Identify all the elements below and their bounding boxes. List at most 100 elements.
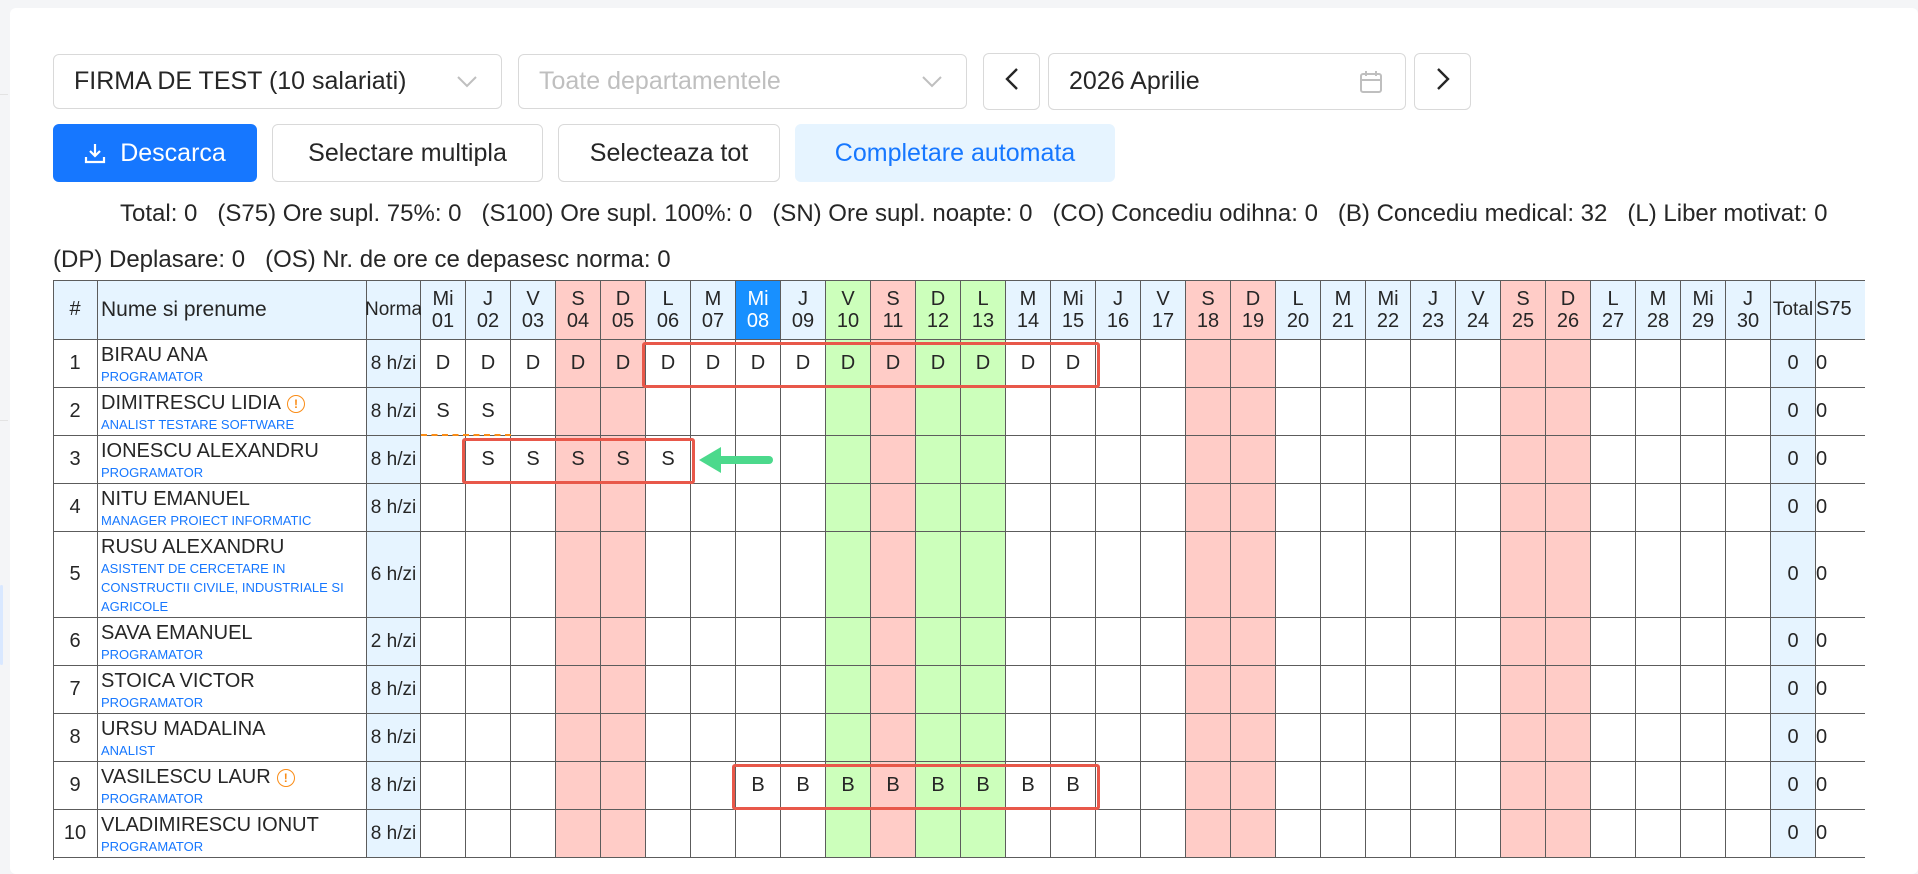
day-cell[interactable] [1276, 618, 1321, 666]
day-cell[interactable] [556, 484, 601, 532]
header-day-26[interactable]: D 26 [1546, 280, 1591, 340]
download-button[interactable]: Descarca [53, 124, 257, 182]
day-cell[interactable] [511, 762, 556, 810]
day-cell[interactable] [781, 810, 826, 858]
header-day-24[interactable]: V 24 [1456, 280, 1501, 340]
department-select[interactable]: Toate departamentele [518, 54, 967, 109]
day-cell[interactable] [781, 484, 826, 532]
day-cell[interactable] [1321, 714, 1366, 762]
day-cell[interactable] [646, 484, 691, 532]
day-cell[interactable] [1006, 810, 1051, 858]
day-cell[interactable] [1366, 388, 1411, 436]
day-cell[interactable]: S [646, 436, 691, 484]
day-cell[interactable] [1681, 340, 1726, 388]
day-cell[interactable] [781, 714, 826, 762]
header-day-18[interactable]: S 18 [1186, 280, 1231, 340]
employee-cell[interactable]: VASILESCU LAUR! PROGRAMATOR [98, 762, 367, 810]
day-cell[interactable] [1141, 436, 1186, 484]
day-cell[interactable] [421, 810, 466, 858]
day-cell[interactable] [961, 714, 1006, 762]
day-cell[interactable] [1681, 666, 1726, 714]
day-cell[interactable] [601, 762, 646, 810]
employee-cell[interactable]: STOICA VICTOR PROGRAMATOR [98, 666, 367, 714]
day-cell[interactable] [646, 810, 691, 858]
day-cell[interactable] [1456, 436, 1501, 484]
day-cell[interactable] [1231, 532, 1276, 618]
day-cell[interactable] [1141, 666, 1186, 714]
day-cell[interactable] [1726, 714, 1771, 762]
header-day-30[interactable]: J 30 [1726, 280, 1771, 340]
day-cell[interactable] [961, 436, 1006, 484]
day-cell[interactable] [1321, 388, 1366, 436]
header-day-27[interactable]: L 27 [1591, 280, 1636, 340]
day-cell[interactable] [1591, 810, 1636, 858]
day-cell[interactable] [1321, 532, 1366, 618]
day-cell[interactable] [1366, 762, 1411, 810]
day-cell[interactable] [1006, 532, 1051, 618]
day-cell[interactable] [1726, 388, 1771, 436]
day-cell[interactable] [1726, 532, 1771, 618]
day-cell[interactable] [1321, 618, 1366, 666]
header-day-23[interactable]: J 23 [1411, 280, 1456, 340]
day-cell[interactable] [1096, 714, 1141, 762]
day-cell[interactable] [1546, 762, 1591, 810]
day-cell[interactable] [1591, 618, 1636, 666]
day-cell[interactable] [1501, 810, 1546, 858]
day-cell[interactable] [1681, 714, 1726, 762]
day-cell[interactable] [1096, 340, 1141, 388]
day-cell[interactable] [1186, 810, 1231, 858]
day-cell[interactable] [871, 484, 916, 532]
day-cell[interactable] [1366, 532, 1411, 618]
day-cell[interactable] [466, 484, 511, 532]
day-cell[interactable] [556, 810, 601, 858]
prev-month-button[interactable] [983, 53, 1040, 110]
day-cell[interactable] [1141, 618, 1186, 666]
day-cell[interactable]: B [781, 762, 826, 810]
day-cell[interactable] [1096, 484, 1141, 532]
day-cell[interactable] [1006, 484, 1051, 532]
day-cell[interactable] [871, 810, 916, 858]
day-cell[interactable] [1366, 484, 1411, 532]
day-cell[interactable]: D [736, 340, 781, 388]
day-cell[interactable] [1681, 618, 1726, 666]
day-cell[interactable] [1096, 388, 1141, 436]
day-cell[interactable] [1231, 484, 1276, 532]
day-cell[interactable] [781, 618, 826, 666]
day-cell[interactable] [961, 666, 1006, 714]
header-day-10[interactable]: V 10 [826, 280, 871, 340]
day-cell[interactable] [1591, 532, 1636, 618]
header-day-04[interactable]: S 04 [556, 280, 601, 340]
header-day-07[interactable]: M 07 [691, 280, 736, 340]
select-all-button[interactable]: Selecteaza tot [558, 124, 780, 182]
day-cell[interactable] [736, 666, 781, 714]
day-cell[interactable] [601, 532, 646, 618]
day-cell[interactable] [1231, 714, 1276, 762]
day-cell[interactable] [466, 762, 511, 810]
day-cell[interactable] [1546, 532, 1591, 618]
day-cell[interactable] [736, 532, 781, 618]
day-cell[interactable] [1636, 666, 1681, 714]
day-cell[interactable] [736, 810, 781, 858]
day-cell[interactable] [1636, 714, 1681, 762]
day-cell[interactable] [1366, 618, 1411, 666]
day-cell[interactable] [1186, 618, 1231, 666]
day-cell[interactable] [421, 618, 466, 666]
day-cell[interactable] [1366, 340, 1411, 388]
day-cell[interactable] [961, 532, 1006, 618]
day-cell[interactable] [466, 714, 511, 762]
day-cell[interactable] [1321, 436, 1366, 484]
day-cell[interactable]: S [511, 436, 556, 484]
day-cell[interactable] [1636, 762, 1681, 810]
day-cell[interactable] [601, 810, 646, 858]
day-cell[interactable] [1051, 388, 1096, 436]
day-cell[interactable] [1591, 762, 1636, 810]
day-cell[interactable] [646, 762, 691, 810]
day-cell[interactable] [1501, 436, 1546, 484]
day-cell[interactable] [1186, 532, 1231, 618]
day-cell[interactable] [601, 388, 646, 436]
day-cell[interactable] [556, 532, 601, 618]
day-cell[interactable] [1546, 810, 1591, 858]
day-cell[interactable] [826, 532, 871, 618]
day-cell[interactable] [781, 388, 826, 436]
day-cell[interactable] [1141, 532, 1186, 618]
